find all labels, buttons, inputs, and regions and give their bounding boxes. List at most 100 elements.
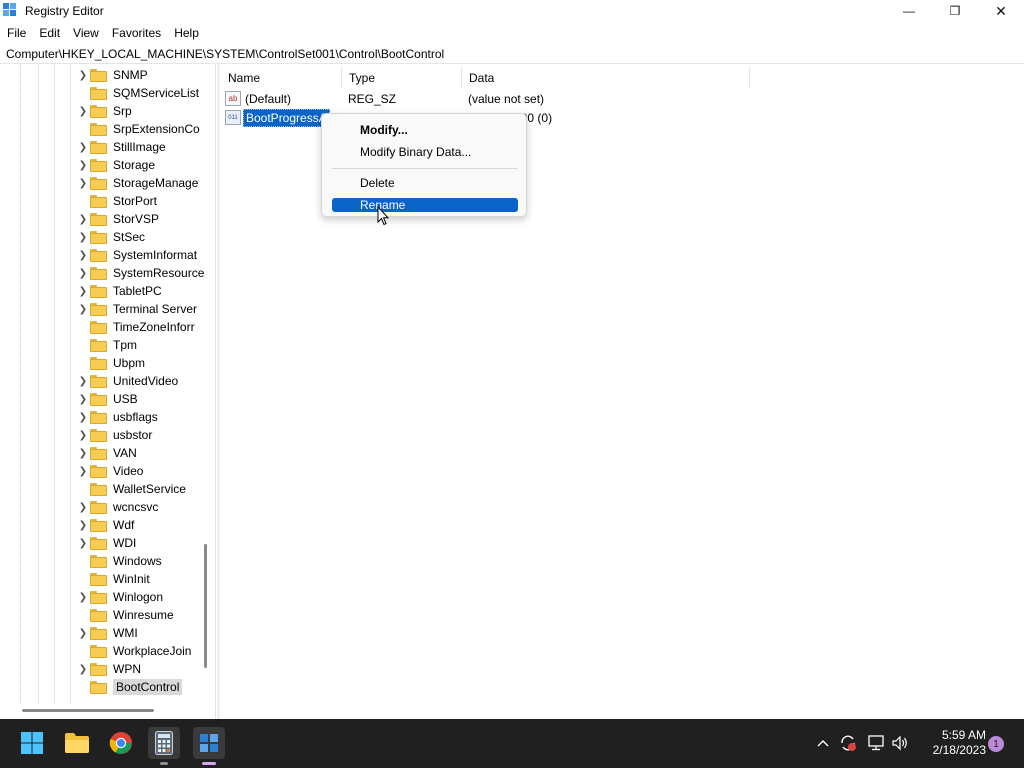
minimize-button[interactable]: — <box>886 0 932 22</box>
chevron-right-icon[interactable]: ❯ <box>76 214 90 225</box>
folder-icon <box>90 374 107 388</box>
tree-item[interactable]: ❯ usbflags <box>76 408 158 426</box>
tree-item[interactable]: ❯ StSec <box>76 228 145 246</box>
tree-item[interactable]: Winresume <box>76 606 174 624</box>
start-icon[interactable] <box>16 727 48 759</box>
chevron-right-icon[interactable]: ❯ <box>76 376 90 387</box>
pane-splitter[interactable] <box>217 64 220 719</box>
tree-horizontal-scrollbar[interactable] <box>22 709 154 712</box>
chevron-right-icon[interactable]: ❯ <box>76 448 90 459</box>
tree-item[interactable]: ❯ WDI <box>76 534 137 552</box>
value-name-selected[interactable]: BootProgressA <box>243 109 330 127</box>
menu-help[interactable]: Help <box>167 26 205 40</box>
tree-item[interactable]: ❯ Video <box>76 462 144 480</box>
tree-item[interactable]: ❯ StorageManage <box>76 174 199 192</box>
tree-item[interactable]: SQMServiceList <box>76 84 199 102</box>
chevron-right-icon[interactable]: ❯ <box>76 106 90 117</box>
chevron-right-icon[interactable]: ❯ <box>76 268 90 279</box>
context-modify[interactable]: Modify... <box>332 123 518 137</box>
network-icon[interactable] <box>866 733 886 753</box>
chevron-right-icon[interactable]: ❯ <box>76 160 90 171</box>
tree-item[interactable]: ❯ VAN <box>76 444 137 462</box>
sync-icon[interactable] <box>838 733 858 753</box>
tree-item[interactable]: ❯ SystemInformat <box>76 246 197 264</box>
address-bar[interactable]: Computer\HKEY_LOCAL_MACHINE\SYSTEM\Contr… <box>0 44 1024 64</box>
tree-item[interactable]: WinInit <box>76 570 150 588</box>
tree-item-label: VAN <box>113 446 137 460</box>
chevron-right-icon[interactable]: ❯ <box>76 466 90 477</box>
tree-item[interactable]: WalletService <box>76 480 186 498</box>
chevron-right-icon[interactable]: ❯ <box>76 142 90 153</box>
chevron-right-icon[interactable]: ❯ <box>76 628 90 639</box>
folder-icon <box>90 464 107 478</box>
volume-icon[interactable] <box>890 733 910 753</box>
tree-item[interactable]: ❯ StorVSP <box>76 210 159 228</box>
chevron-up-icon[interactable] <box>814 733 832 753</box>
chevron-right-icon[interactable]: ❯ <box>76 502 90 513</box>
tree-item-label: WalletService <box>113 482 186 496</box>
column-header-name[interactable]: Name <box>221 67 342 89</box>
chevron-right-icon[interactable]: ❯ <box>76 70 90 81</box>
value-row-default[interactable]: ab (Default) REG_SZ (value not set) <box>225 90 785 108</box>
chrome-icon[interactable] <box>105 727 137 759</box>
tree-item[interactable]: ❯ Srp <box>76 102 132 120</box>
context-delete[interactable]: Delete <box>332 176 518 190</box>
folder-icon <box>90 158 107 172</box>
tree-item[interactable]: ❯ wcncsvc <box>76 498 159 516</box>
menu-favorites[interactable]: Favorites <box>105 26 167 40</box>
tree-item-label: StorPort <box>113 194 158 208</box>
tree-item-label: SystemResource <box>113 266 205 280</box>
key-tree[interactable]: ❯ SNMP SQMServiceList ❯ Srp SrpExtensionCo ❯ St… <box>0 64 216 719</box>
tree-item[interactable]: ❯ USB <box>76 390 138 408</box>
tree-item[interactable]: ❯ Storage <box>76 156 155 174</box>
chevron-right-icon[interactable]: ❯ <box>76 232 90 243</box>
tree-item[interactable]: TimeZoneInforr <box>76 318 195 336</box>
tree-item[interactable]: WorkplaceJoin <box>76 642 191 660</box>
tree-item[interactable]: BootControl <box>76 678 183 696</box>
column-header-type[interactable]: Type <box>342 67 462 89</box>
chevron-right-icon[interactable]: ❯ <box>76 394 90 405</box>
context-rename[interactable]: Rename <box>332 198 518 212</box>
close-button[interactable]: ✕ <box>978 0 1024 22</box>
folder-icon <box>90 518 107 532</box>
tree-item[interactable]: ❯ WMI <box>76 624 138 642</box>
chevron-right-icon[interactable]: ❯ <box>76 412 90 423</box>
context-modify-binary[interactable]: Modify Binary Data... <box>332 145 518 159</box>
tree-item[interactable]: ❯ UnitedVideo <box>76 372 178 390</box>
chevron-right-icon[interactable]: ❯ <box>76 592 90 603</box>
maximize-button[interactable]: ❐ <box>932 0 978 22</box>
chevron-right-icon[interactable]: ❯ <box>76 430 90 441</box>
tree-item[interactable]: ❯ StillImage <box>76 138 166 156</box>
chevron-right-icon[interactable]: ❯ <box>76 664 90 675</box>
tree-item[interactable]: ❯ usbstor <box>76 426 153 444</box>
tree-item[interactable]: ❯ Terminal Server <box>76 300 197 318</box>
calculator-icon[interactable] <box>148 727 180 765</box>
menu-view[interactable]: View <box>66 26 105 40</box>
tree-item[interactable]: StorPort <box>76 192 157 210</box>
tree-item[interactable]: Windows <box>76 552 162 570</box>
tree-item[interactable]: Tpm <box>76 336 137 354</box>
column-header-data[interactable]: Data <box>462 67 750 89</box>
tree-item[interactable]: ❯ TabletPC <box>76 282 162 300</box>
chevron-right-icon[interactable]: ❯ <box>76 520 90 531</box>
tree-item-label: TabletPC <box>113 284 162 298</box>
chevron-right-icon[interactable]: ❯ <box>76 286 90 297</box>
tree-item[interactable]: ❯ WPN <box>76 660 141 678</box>
chevron-right-icon[interactable]: ❯ <box>76 178 90 189</box>
chevron-right-icon[interactable]: ❯ <box>76 250 90 261</box>
menu-file[interactable]: File <box>0 26 32 40</box>
registry-editor-taskbar-icon[interactable] <box>193 727 225 765</box>
chevron-right-icon[interactable]: ❯ <box>76 304 90 315</box>
tree-item[interactable]: ❯ SystemResource <box>76 264 205 282</box>
system-clock[interactable]: 5:59 AM 2/18/2023 <box>916 728 986 758</box>
tree-item[interactable]: Ubpm <box>76 354 145 372</box>
tree-vertical-scrollbar[interactable] <box>204 544 207 668</box>
chevron-right-icon[interactable]: ❯ <box>76 538 90 549</box>
tree-item[interactable]: ❯ Winlogon <box>76 588 163 606</box>
menu-edit[interactable]: Edit <box>32 26 66 40</box>
notification-badge[interactable]: 1 <box>988 736 1004 752</box>
tree-item[interactable]: ❯ SNMP <box>76 66 148 84</box>
tree-item[interactable]: ❯ Wdf <box>76 516 135 534</box>
tree-item[interactable]: SrpExtensionCo <box>76 120 200 138</box>
file-explorer-icon[interactable] <box>61 727 93 759</box>
